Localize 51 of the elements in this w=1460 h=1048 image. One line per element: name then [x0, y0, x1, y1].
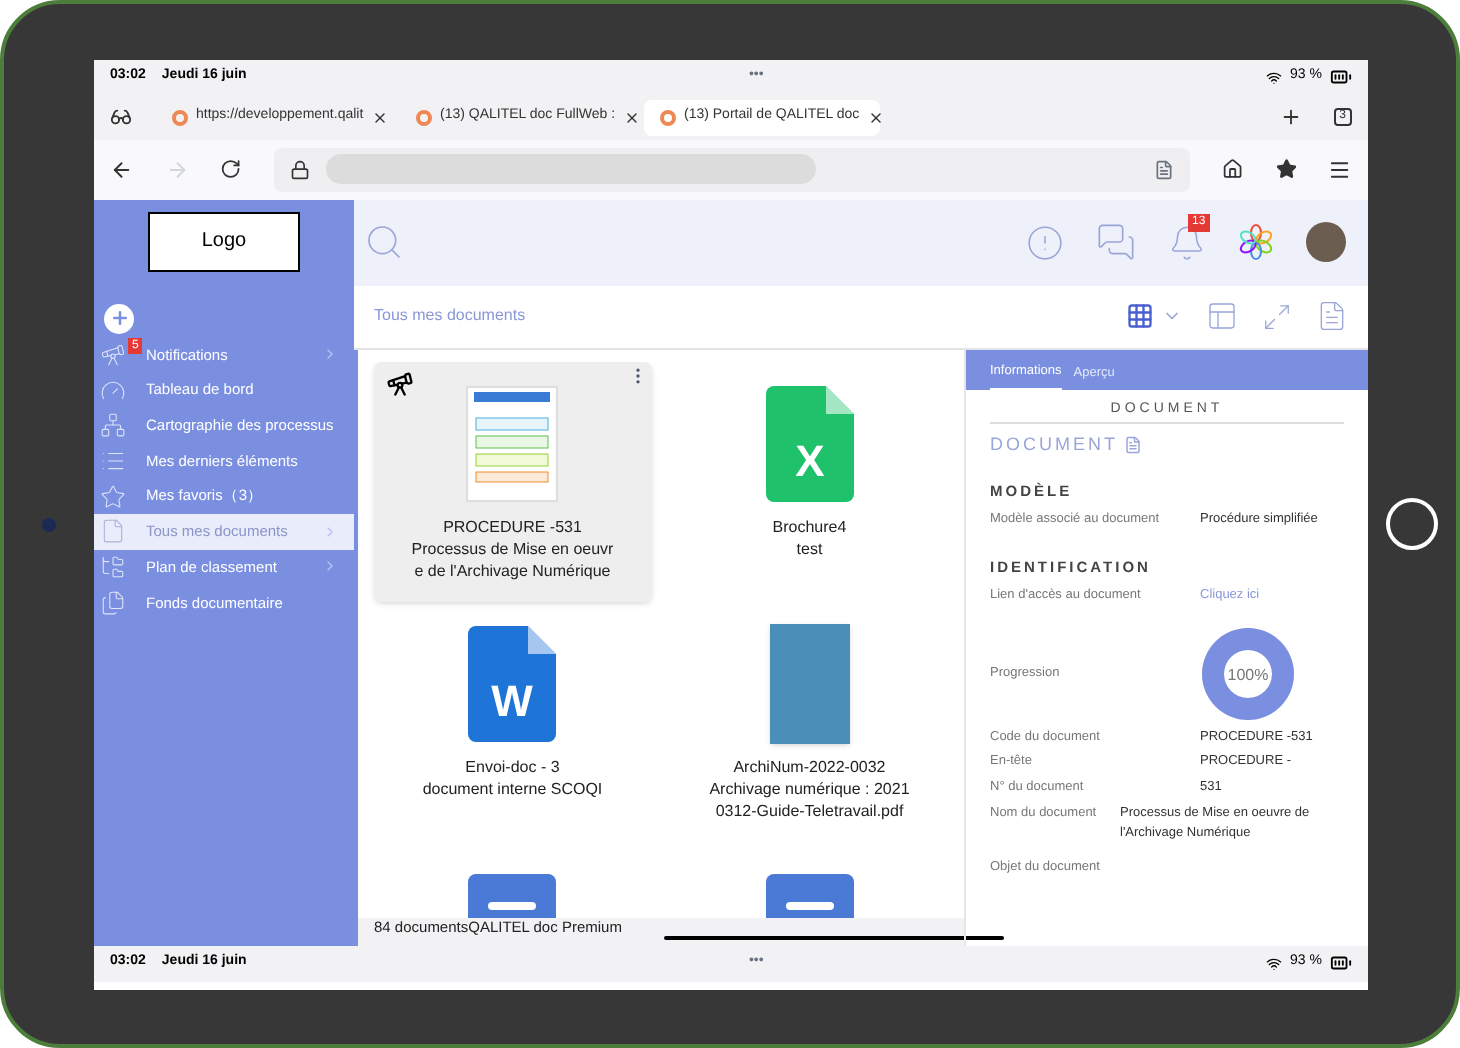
nav-icon [100, 589, 126, 616]
word-file-icon: W [468, 625, 557, 741]
site-icon [172, 109, 188, 125]
breadcrumb[interactable]: Tous mes documents [374, 304, 1102, 328]
file-name: ArchiNum-2022-0032 Archivage numérique : 2021 0312-Guide-Teletravail.pdf [709, 755, 910, 821]
nav-icon [100, 412, 126, 439]
file-card[interactable]: W Envoi-doc - 3 document interne SCOQI [374, 601, 651, 837]
add-button[interactable] [104, 303, 134, 333]
telescope-icon [386, 369, 414, 397]
nav-icon [100, 483, 126, 510]
progress-donut: 100% [1200, 625, 1296, 721]
private-mode-icon[interactable] [110, 106, 132, 128]
reader-icon[interactable] [1154, 159, 1175, 179]
site-icon [416, 109, 432, 125]
logo: Logo [148, 211, 300, 271]
battery-icon [1330, 952, 1352, 974]
back-icon[interactable] [110, 157, 134, 181]
nav-icon [100, 341, 126, 368]
file-card[interactable]: X Brochure4 test [671, 361, 948, 601]
plus-icon [109, 308, 129, 328]
file-name: Brochure4 test [772, 515, 847, 559]
file-name: PROCEDURE -531 Processus de Mise en oeuvr e de l'Archivage Numérique [411, 515, 614, 581]
bookmark-icon[interactable] [1275, 158, 1297, 180]
avatar[interactable] [1306, 222, 1346, 262]
menu-icon[interactable] [1328, 157, 1352, 181]
file-card[interactable]: ArchiNum-2022-0032 Archivage numérique : 2021 0312-Guide-Teletravail.pdf [671, 601, 948, 837]
wifi-icon [1266, 69, 1283, 85]
document-thumbnail [466, 385, 559, 501]
document-heading: DOCUMENT [990, 432, 1118, 458]
document-icon [1124, 436, 1142, 455]
bell-icon[interactable] [1168, 223, 1206, 261]
close-icon[interactable] [867, 109, 884, 125]
home-button[interactable] [1386, 498, 1438, 550]
nav-icon [100, 553, 126, 580]
battery-icon [1330, 66, 1352, 88]
wifi-icon [1266, 955, 1283, 971]
nav-icon [100, 518, 126, 545]
cover-photo-placeholder [769, 623, 850, 743]
nav-icon [100, 377, 126, 404]
flower-logo-icon[interactable] [1238, 224, 1274, 260]
file-card[interactable]: PROCEDURE -531 Processus de Mise en oeuvr e de l'Archivage Numérique [374, 361, 651, 601]
spreadsheet-file-icon: X [765, 385, 854, 501]
file-name: Envoi-doc - 3 document interne SCOQI [422, 755, 603, 799]
home-icon[interactable] [1222, 158, 1244, 180]
grid-view-icon[interactable] [1126, 302, 1154, 330]
close-icon[interactable] [371, 109, 388, 125]
lock-icon [289, 159, 310, 179]
new-tab-icon[interactable] [1279, 106, 1302, 128]
reload-icon[interactable] [220, 158, 242, 180]
site-icon [660, 109, 676, 125]
close-icon[interactable] [623, 109, 640, 125]
